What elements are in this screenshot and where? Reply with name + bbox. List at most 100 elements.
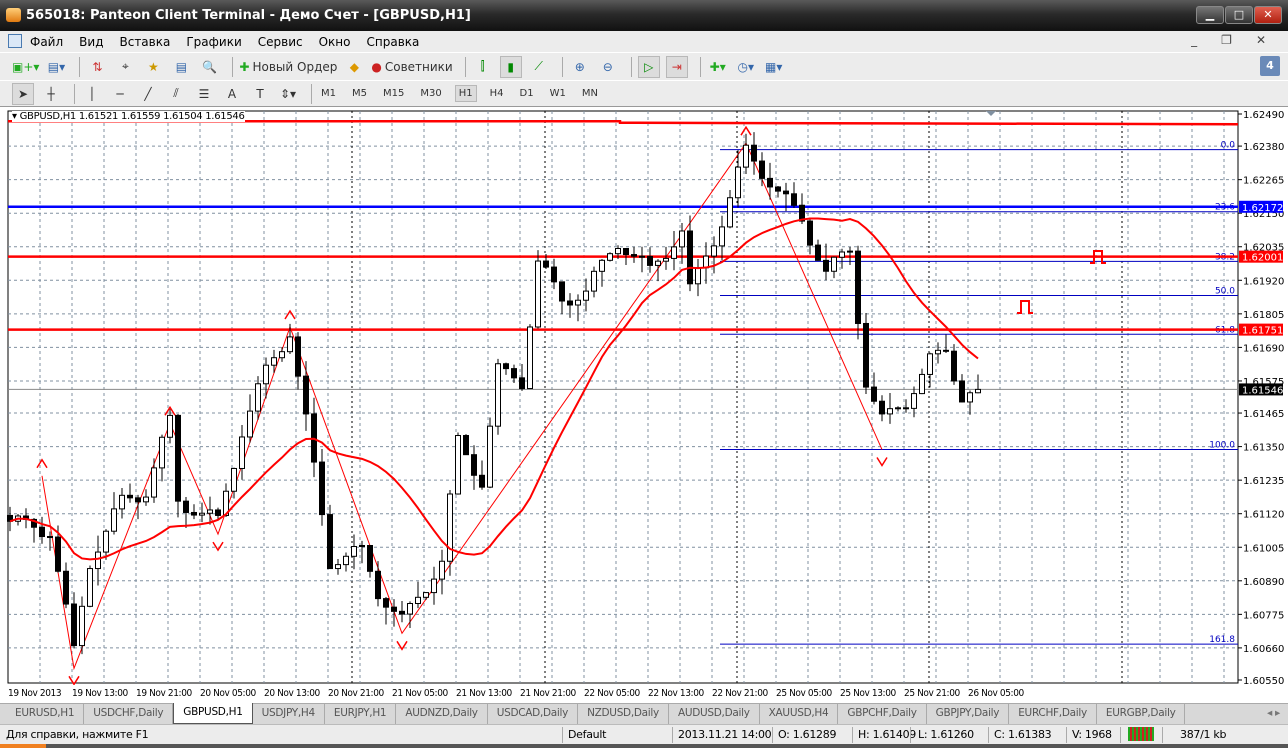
chart-tab[interactable]: EURUSD,H1 xyxy=(6,704,85,724)
candle-body xyxy=(127,494,133,499)
candle-body xyxy=(583,290,589,301)
menu-help[interactable]: Справка xyxy=(367,35,420,49)
chart-tab[interactable]: USDCAD,Daily xyxy=(488,704,579,724)
chart-tab[interactable]: EURGBP,Daily xyxy=(1097,704,1186,724)
candle-body xyxy=(919,373,925,395)
auto-scroll-icon[interactable]: ▷ xyxy=(637,55,660,78)
connection-status-icon[interactable] xyxy=(1128,727,1154,741)
cursor-icon[interactable]: ➤ xyxy=(12,82,34,105)
notifications-badge[interactable]: 4 xyxy=(1260,56,1280,76)
close-button[interactable]: ✕ xyxy=(1254,6,1282,24)
candle-body xyxy=(911,393,917,409)
text-icon[interactable]: A xyxy=(221,83,243,105)
tab-scroll-arrows[interactable]: ◂ ▸ xyxy=(1267,707,1280,719)
chart-tab[interactable]: USDJPY,H4 xyxy=(253,704,325,724)
candle-body xyxy=(319,461,325,516)
periods-icon[interactable]: ◷▾ xyxy=(735,56,757,78)
maximize-button[interactable]: □ xyxy=(1225,6,1253,24)
chart-window[interactable]: 1.62490 1.62380 1.62265 1.62150 1.62035 1.619… xyxy=(0,106,1288,704)
window-title: 565018: Panteon Client Terminal - Демо С… xyxy=(26,8,471,23)
timeframe-mn[interactable]: MN xyxy=(579,86,601,101)
candle-body xyxy=(87,568,93,607)
fibo-level-label: 50.0 xyxy=(1215,286,1235,296)
candle-body xyxy=(831,256,837,272)
candle-body xyxy=(623,247,629,256)
text-label-icon[interactable]: T xyxy=(249,83,271,105)
vertical-line-icon[interactable]: │ xyxy=(81,83,103,105)
chart-tab[interactable]: USDCHF,Daily xyxy=(84,704,174,724)
navigator-icon[interactable]: ★ xyxy=(142,56,164,78)
timeframe-m1[interactable]: M1 xyxy=(318,86,339,101)
menu-charts[interactable]: Графики xyxy=(186,35,241,49)
chart-tab[interactable]: EURJPY,H1 xyxy=(325,704,397,724)
new-order-button[interactable]: ✚ Новый Ордер xyxy=(239,56,337,78)
candle-body xyxy=(447,493,453,562)
minimize-button[interactable]: ▁ xyxy=(1196,6,1224,24)
new-order-label: Новый Ордер xyxy=(252,59,338,74)
bar-chart-icon[interactable]: ⫿ xyxy=(472,56,494,78)
timeframe-m5[interactable]: M5 xyxy=(349,86,370,101)
time-tick-label: 19 Nov 13:00 xyxy=(72,688,128,699)
chart-shift-icon[interactable]: ⇥ xyxy=(665,55,688,78)
timeframe-h4[interactable]: H4 xyxy=(487,86,507,101)
line-chart-icon[interactable]: ⟋ xyxy=(528,56,550,78)
candle-body xyxy=(639,255,645,258)
fibonacci-icon[interactable]: ☰ xyxy=(193,83,215,105)
crosshair-icon[interactable]: ┼ xyxy=(40,83,62,105)
templates-icon[interactable]: ▦▾ xyxy=(763,56,785,78)
candle-body xyxy=(527,326,533,390)
zoom-in-icon[interactable]: ⊕ xyxy=(569,56,591,78)
chart-tab[interactable]: NZDUSD,Daily xyxy=(578,704,669,724)
fibo-level-label: 100.0 xyxy=(1209,441,1235,451)
candle xyxy=(87,565,93,608)
strategy-tester-icon[interactable]: 🔍 xyxy=(198,56,220,78)
menu-view[interactable]: Вид xyxy=(79,35,103,49)
chart-tab[interactable]: AUDNZD,Daily xyxy=(396,704,488,724)
chart-tab[interactable]: EURCHF,Daily xyxy=(1009,704,1097,724)
fibo-level-label: 0.0 xyxy=(1221,141,1236,151)
arrows-icon[interactable]: ⇕▾ xyxy=(277,83,299,105)
timeframe-m30[interactable]: M30 xyxy=(417,86,444,101)
terminal-icon[interactable]: ▤ xyxy=(170,56,192,78)
candle-body xyxy=(303,375,309,415)
horizontal-line-icon[interactable]: ─ xyxy=(109,83,131,105)
mdi-minimize-button[interactable]: _ xyxy=(1191,33,1197,47)
candle-body xyxy=(775,186,781,192)
warning-icon[interactable]: ◆ xyxy=(343,56,365,78)
candle-body xyxy=(543,260,549,268)
chart-tab[interactable]: GBPUSD,H1 xyxy=(173,703,253,724)
experts-button[interactable]: ● Советники xyxy=(371,56,452,78)
chart-tab[interactable]: GBPJPY,Daily xyxy=(927,704,1010,724)
candle-body xyxy=(935,349,941,355)
indicators-icon[interactable]: ✚▾ xyxy=(707,56,729,78)
menu-tools[interactable]: Сервис xyxy=(258,35,303,49)
timeframe-d1[interactable]: D1 xyxy=(517,86,537,101)
timeframe-m15[interactable]: M15 xyxy=(380,86,407,101)
equidistant-channel-icon[interactable]: ⫽ xyxy=(165,83,187,105)
menu-insert[interactable]: Вставка xyxy=(119,35,170,49)
timeframe-w1[interactable]: W1 xyxy=(547,86,569,101)
menu-file[interactable]: Файл xyxy=(30,35,63,49)
candle-body xyxy=(79,605,85,647)
market-watch-icon[interactable]: ⇅ xyxy=(86,56,108,78)
data-window-icon[interactable]: ⌖ xyxy=(114,56,136,78)
chart-tab[interactable]: GBPCHF,Daily xyxy=(838,704,927,724)
chart-window-icon[interactable] xyxy=(8,34,22,48)
profiles-icon[interactable]: ▤▾ xyxy=(45,56,67,78)
chart-tab[interactable]: AUDUSD,Daily xyxy=(669,704,760,724)
mdi-restore-button[interactable]: ❐ xyxy=(1221,33,1232,47)
status-bar: Для справки, нажмите F1 Default 2013.11.… xyxy=(0,724,1288,744)
new-chart-icon[interactable]: ▣+▾ xyxy=(12,56,39,78)
timeframe-h1[interactable]: H1 xyxy=(454,85,477,102)
zoom-out-icon[interactable]: ⊖ xyxy=(597,56,619,78)
trendline-icon[interactable]: ╱ xyxy=(137,83,159,105)
menu-bar: Файл Вид Вставка Графики Сервис Окно Спр… xyxy=(0,31,1288,52)
fibo-level-label: 161.8 xyxy=(1209,635,1235,645)
chart-tab[interactable]: XAUUSD,H4 xyxy=(760,704,839,724)
candle-body xyxy=(679,230,685,248)
candle-body xyxy=(135,497,141,503)
price-chart[interactable]: 1.624901.623801.622651.621501.620351.619… xyxy=(0,107,1288,685)
candlestick-chart-icon[interactable]: ▮ xyxy=(499,55,522,78)
menu-window[interactable]: Окно xyxy=(319,35,351,49)
mdi-close-button[interactable]: ✕ xyxy=(1256,33,1266,47)
